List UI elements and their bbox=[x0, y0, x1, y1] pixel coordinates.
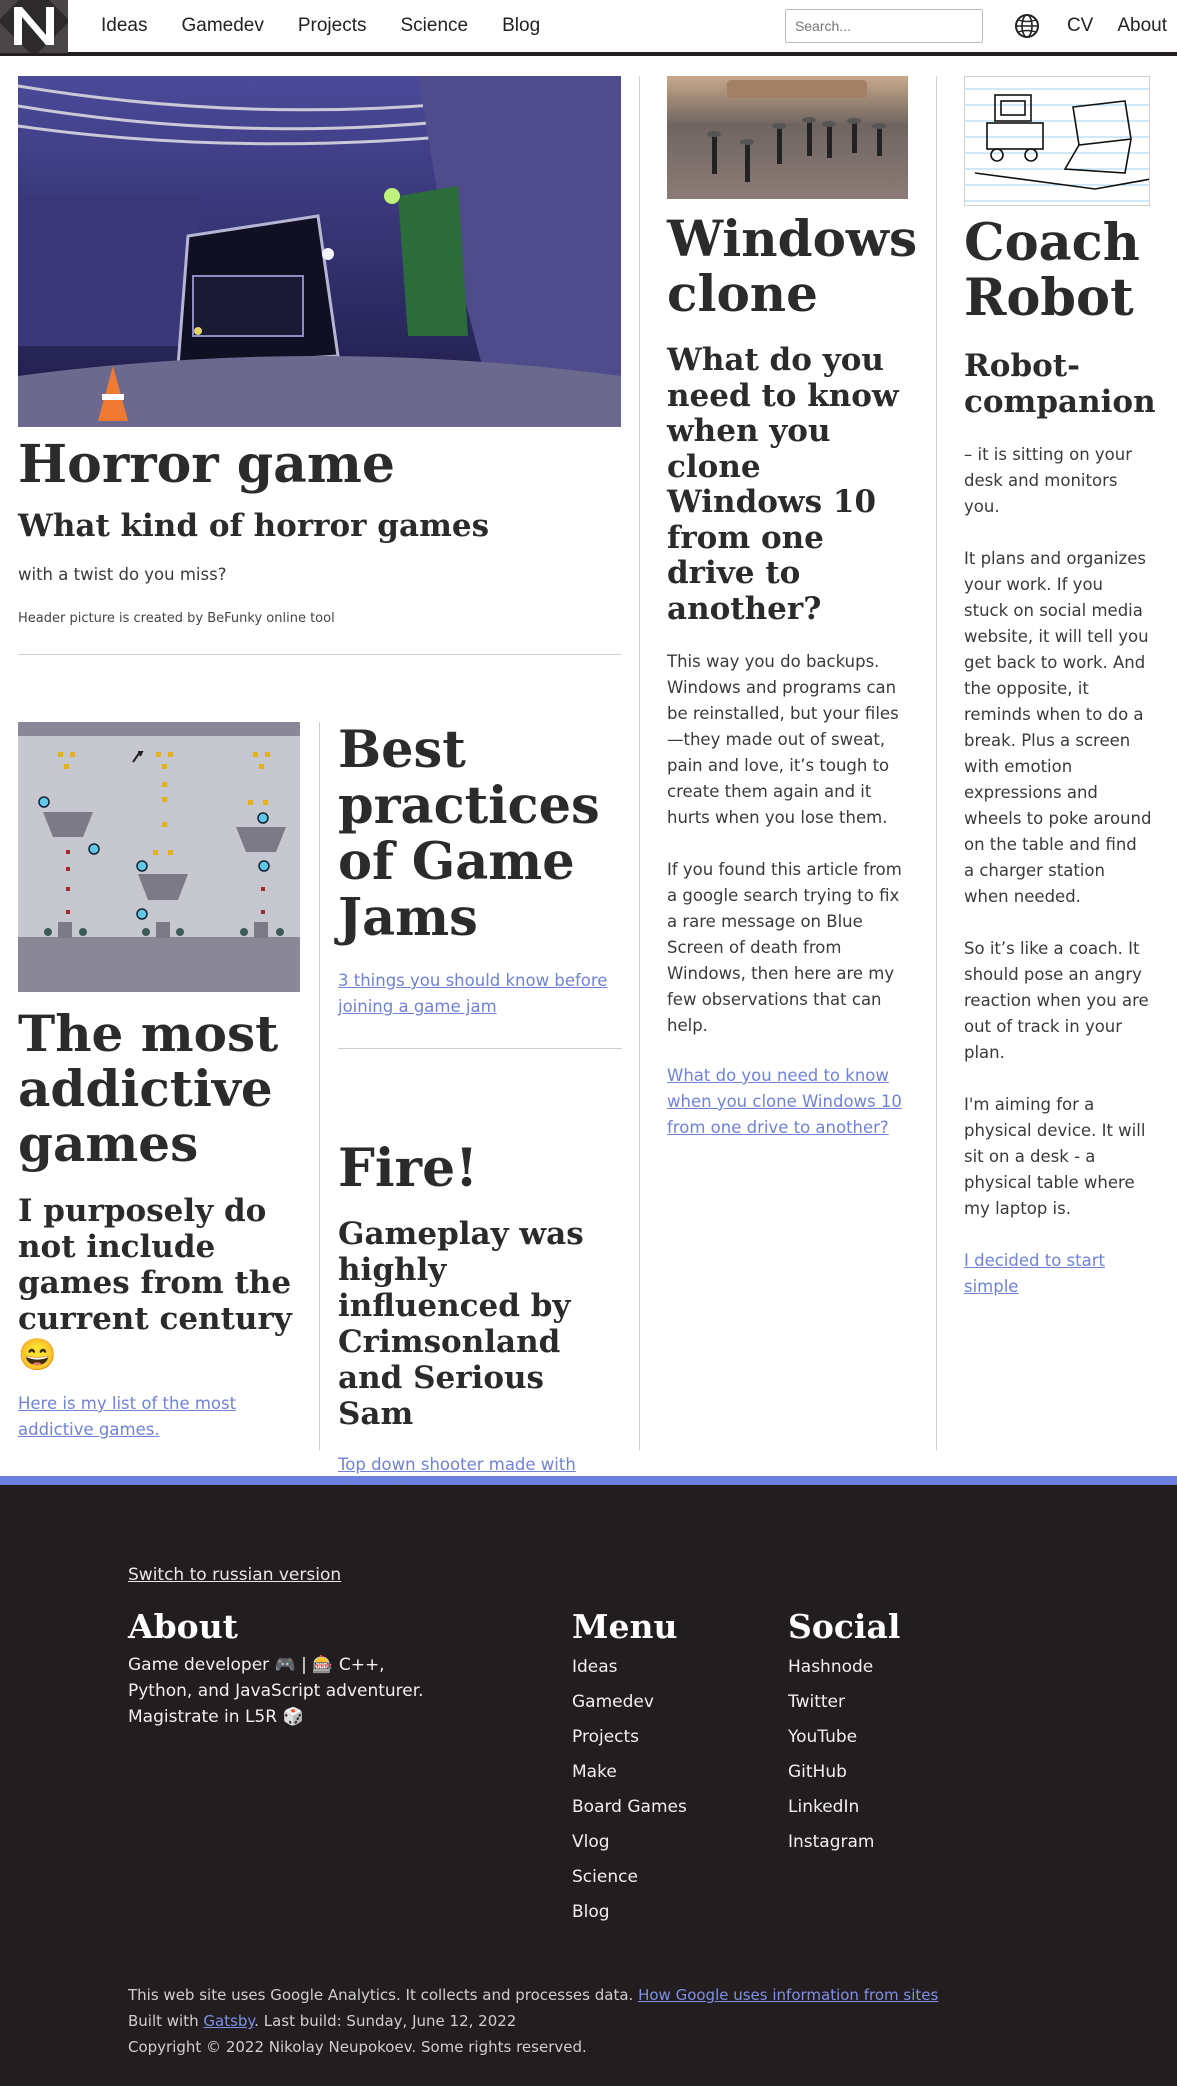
social-twitter[interactable]: Twitter bbox=[788, 1685, 900, 1720]
windows-link[interactable]: What do you need to know when you clone … bbox=[667, 1063, 910, 1141]
footer-menu-blog[interactable]: Blog bbox=[572, 1895, 687, 1930]
coach-title[interactable]: Coach Robot bbox=[964, 216, 1152, 326]
footer-menu-make[interactable]: Make bbox=[572, 1755, 687, 1790]
column-divider bbox=[936, 76, 937, 1450]
fire-subtitle: Gameplay was highly influenced by Crimso… bbox=[338, 1216, 584, 1432]
windows-clone-image[interactable] bbox=[667, 76, 908, 199]
coach-link[interactable]: I decided to start simple bbox=[964, 1248, 1152, 1300]
footer-about-title: About bbox=[128, 1607, 238, 1646]
footer-menu-vlog[interactable]: Vlog bbox=[572, 1825, 687, 1860]
horror-credit: Header picture is created by BeFunky onl… bbox=[18, 611, 335, 626]
analytics-text: This web site uses Google Analytics. It … bbox=[128, 1986, 634, 2004]
addictive-title[interactable]: The most addictive games bbox=[18, 1006, 302, 1171]
fire-card: Fire! Gameplay was highly influenced by … bbox=[338, 1141, 622, 1504]
horror-title[interactable]: Horror game bbox=[18, 437, 621, 492]
windows-title[interactable]: Windows clone bbox=[667, 211, 917, 321]
fire-title[interactable]: Fire! bbox=[338, 1141, 622, 1196]
footer-menu-projects[interactable]: Projects bbox=[572, 1720, 687, 1755]
footer-about: About Game developer 🎮 | 🎰 C++, Python, … bbox=[128, 1607, 438, 1730]
coach-paragraph-2: It plans and organizes your work. If you… bbox=[964, 549, 1152, 906]
main-nav: Ideas Gamedev Projects Science Blog bbox=[84, 15, 557, 37]
nav-science[interactable]: Science bbox=[401, 15, 469, 37]
game-jams-card: Best practices of Game Jams 3 things you… bbox=[338, 722, 622, 1049]
built-prefix: Built with bbox=[128, 2012, 199, 2030]
horror-game-card: Horror game What kind of horror games wi… bbox=[18, 76, 621, 655]
section-divider bbox=[338, 1048, 622, 1049]
horror-game-image[interactable] bbox=[18, 76, 621, 427]
column-divider bbox=[319, 722, 320, 1450]
gamejams-link[interactable]: 3 things you should know before joining … bbox=[338, 968, 622, 1020]
coach-paragraph-4: I'm aiming for a physical device. It wil… bbox=[964, 1095, 1146, 1218]
coach-robot-image[interactable] bbox=[964, 76, 1150, 206]
social-instagram[interactable]: Instagram bbox=[788, 1825, 900, 1860]
search-input[interactable] bbox=[784, 9, 983, 43]
horror-subtitle: What kind of horror games bbox=[18, 508, 490, 544]
social-linkedin[interactable]: LinkedIn bbox=[788, 1790, 900, 1825]
footer-about-text: Game developer 🎮 | 🎰 C++, Python, and Ja… bbox=[128, 1655, 424, 1727]
windows-paragraph-1: This way you do backups. Windows and pro… bbox=[667, 652, 899, 827]
footer-legal: This web site uses Google Analytics. It … bbox=[128, 1982, 1028, 2060]
footer-social: Social Hashnode Twitter YouTube GitHub L… bbox=[788, 1607, 900, 1860]
addictive-link[interactable]: Here is my list of the most addictive ga… bbox=[18, 1391, 302, 1443]
nav-projects[interactable]: Projects bbox=[298, 15, 367, 37]
gatsby-link[interactable]: Gatsby bbox=[203, 2012, 254, 2030]
analytics-link[interactable]: How Google uses information from sites bbox=[638, 1986, 938, 2004]
coach-subtitle: Robot-companion bbox=[964, 348, 1156, 420]
site-logo[interactable] bbox=[0, 0, 68, 53]
site-header: Ideas Gamedev Projects Science Blog CV A… bbox=[0, 0, 1177, 56]
coach-paragraph-3: So it’s like a coach. It should pose an … bbox=[964, 939, 1149, 1062]
footer-social-title: Social bbox=[788, 1607, 901, 1646]
footer-menu-science[interactable]: Science bbox=[572, 1860, 687, 1895]
footer-menu-gamedev[interactable]: Gamedev bbox=[572, 1685, 687, 1720]
addictive-games-image[interactable] bbox=[18, 722, 300, 992]
gamejams-title[interactable]: Best practices of Game Jams bbox=[338, 722, 622, 946]
nav-cv[interactable]: CV bbox=[1067, 15, 1093, 37]
switch-language-link[interactable]: Switch to russian version bbox=[128, 1565, 341, 1585]
main-content: Horror game What kind of horror games wi… bbox=[0, 56, 1177, 1500]
windows-paragraph-2: If you found this article from a google … bbox=[667, 860, 902, 1035]
coach-robot-card: Coach Robot Robot-companion – it is sitt… bbox=[964, 76, 1156, 1300]
section-divider bbox=[18, 654, 621, 655]
social-github[interactable]: GitHub bbox=[788, 1755, 900, 1790]
footer-menu-board-games[interactable]: Board Games bbox=[572, 1790, 687, 1825]
addictive-games-card: The most addictive games I purposely do … bbox=[18, 722, 302, 1443]
column-divider bbox=[639, 76, 640, 1450]
social-hashnode[interactable]: Hashnode bbox=[788, 1650, 900, 1685]
footer-menu-title: Menu bbox=[572, 1607, 678, 1646]
language-globe-icon[interactable] bbox=[1013, 12, 1041, 40]
logo-icon bbox=[0, 0, 68, 53]
coach-paragraph-1: – it is sitting on your desk and monitor… bbox=[964, 445, 1132, 516]
site-footer: Switch to russian version About Game dev… bbox=[0, 1485, 1177, 2086]
secondary-nav: CV About bbox=[1067, 15, 1177, 37]
built-suffix: . Last build: Sunday, June 12, 2022 bbox=[254, 2012, 517, 2030]
footer-menu: Menu Ideas Gamedev Projects Make Board G… bbox=[572, 1607, 687, 1930]
addictive-subtitle: I purposely do not include games from th… bbox=[18, 1193, 292, 1373]
horror-text: with a twist do you miss? bbox=[18, 565, 227, 584]
windows-clone-card: Windows clone What do you need to know w… bbox=[667, 76, 917, 1141]
nav-ideas[interactable]: Ideas bbox=[101, 15, 147, 37]
windows-subtitle: What do you need to know when you clone … bbox=[667, 342, 899, 627]
copyright: Copyright © 2022 Nikolay Neupokoev. Some… bbox=[128, 2038, 587, 2056]
footer-menu-ideas[interactable]: Ideas bbox=[572, 1650, 687, 1685]
nav-about[interactable]: About bbox=[1117, 15, 1167, 37]
social-youtube[interactable]: YouTube bbox=[788, 1720, 900, 1755]
nav-gamedev[interactable]: Gamedev bbox=[181, 15, 263, 37]
nav-blog[interactable]: Blog bbox=[502, 15, 540, 37]
